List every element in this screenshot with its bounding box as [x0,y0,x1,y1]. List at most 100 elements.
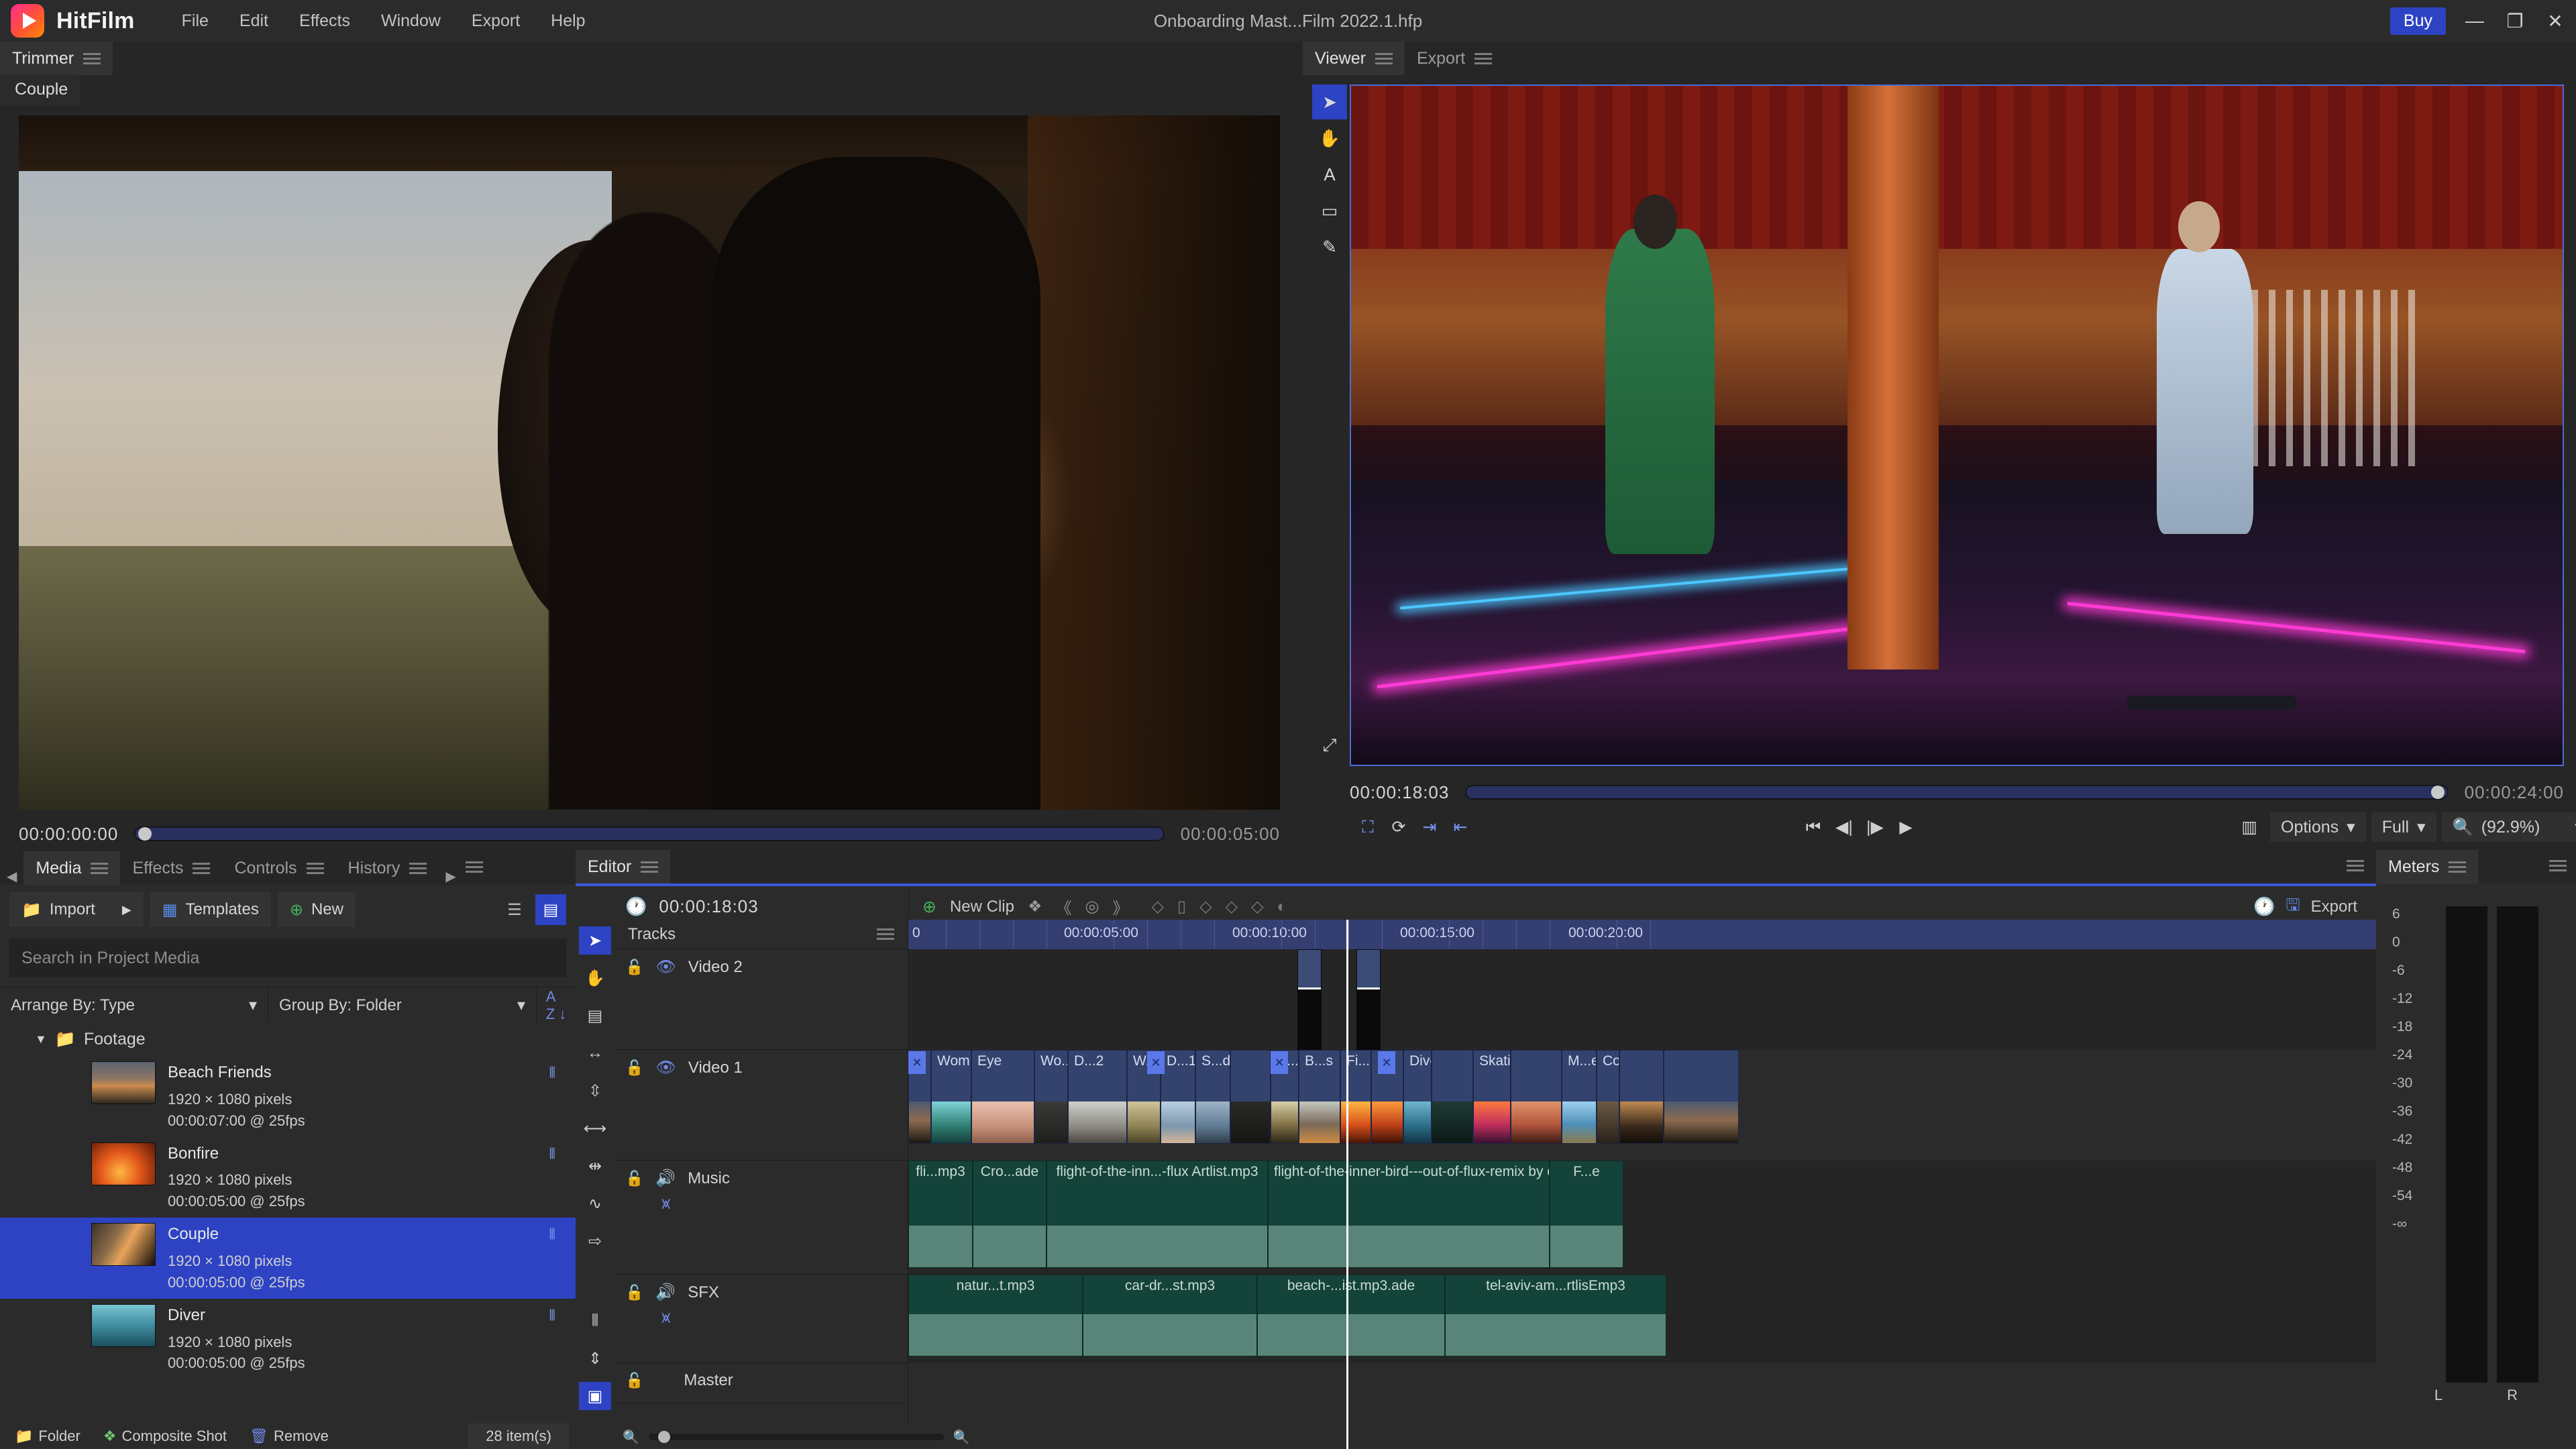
track-header-music[interactable]: 🔓 🔊 Music ⩙ [614,1161,908,1275]
panel-menu-icon[interactable] [1375,50,1393,67]
media-folder-row[interactable]: ▼ 📁 Footage [0,1023,576,1056]
tabs-scroll-left-icon[interactable]: ◀ [0,868,23,885]
step-forward-icon[interactable]: |▶ [1860,812,1890,842]
timeline-audio-clip[interactable]: fli...mp3 [908,1161,973,1268]
track-header-video2[interactable]: 🔓 👁 Video 2 [614,949,908,1050]
mixer-tool-icon[interactable]: ⦀ [579,1307,611,1335]
pen-tool-icon[interactable]: ✎ [1312,229,1347,264]
transition-icon[interactable]: ✕ [1378,1051,1395,1074]
timeline-zoom-slider[interactable] [649,1434,944,1440]
timeline-clip[interactable]: Dive [1403,1050,1432,1144]
tab-media[interactable]: Media [23,851,120,885]
timeline-clip[interactable]: Wo..._2 [1034,1050,1068,1144]
zoom-slider-knob[interactable] [658,1431,670,1443]
timeline-clip[interactable] [1230,1050,1271,1144]
chevron-down-icon[interactable]: ▼ [35,1032,47,1046]
select-tool-icon[interactable]: ➤ [1312,85,1347,119]
track-row-sfx[interactable]: natur...t.mp3car-dr...st.mp3beach-...ist… [908,1275,2376,1363]
marker-icon-1[interactable]: ◇ [1151,897,1163,916]
maximize-icon[interactable]: ❐ [2504,10,2526,32]
new-button[interactable]: ⊕ New [278,892,356,927]
timeline-audio-clip[interactable]: natur...t.mp3 [908,1275,1083,1356]
select-tool-icon[interactable]: ➤ [579,926,611,955]
panel-menu-icon[interactable] [2449,859,2466,875]
minimize-icon[interactable]: — [2463,10,2486,32]
timeline-audio-clip[interactable]: Cro...ade [973,1161,1046,1268]
panel-menu-icon[interactable] [641,859,658,875]
eye-icon[interactable]: 👁 [655,1058,676,1077]
tab-history[interactable]: History [336,851,439,885]
menu-export[interactable]: Export [472,11,520,31]
track-header-master[interactable]: 🔓 Master [614,1363,908,1403]
a-z-sort-icon[interactable]: AZ ↓ [537,987,576,1023]
menu-edit[interactable]: Edit [239,11,268,31]
ripple-tool-icon[interactable]: ⇹ [579,1152,611,1180]
skip-start-icon[interactable]: ⏮ [1798,812,1829,842]
track-header-sfx[interactable]: 🔓 🔊 SFX ⩙ [614,1275,908,1363]
group-by-select[interactable]: Group By: Folder ▾ [268,987,537,1023]
loop-icon[interactable]: ⟳ [1383,812,1414,842]
timeline-clip[interactable]: S...d [1195,1050,1230,1144]
media-item[interactable]: Beach Friends 1920 × 1080 pixels 00:00:0… [0,1056,576,1137]
panel-menu-icon[interactable] [307,860,324,877]
viewer-zoom-select[interactable]: 🔍 (92.9%) ▾ [2442,812,2576,842]
track-row-music[interactable]: fli...mp3Cro...adeflight-of-the-inn...-f… [908,1161,2376,1275]
prev-keyframe-icon[interactable]: 《 [1056,895,1072,918]
timeline-clip[interactable]: Skating [1473,1050,1511,1144]
detail-view-icon[interactable]: ▤ [535,894,566,925]
timeline-clip[interactable] [1297,949,1322,1050]
close-icon[interactable]: ✕ [2544,10,2567,32]
rectangle-tool-icon[interactable]: ▭ [1312,193,1347,228]
list-view-icon[interactable]: ☰ [499,894,530,925]
tab-export[interactable]: Export [1405,42,1504,75]
keyframe-graph-icon[interactable]: ⩙ [661,1195,671,1214]
safe-areas-icon[interactable]: ⛶ [1352,812,1383,842]
lock-icon[interactable]: 🔓 [625,1170,643,1187]
tab-controls[interactable]: Controls [222,851,335,885]
markers-tool-icon[interactable]: ▣ [579,1382,611,1410]
timeline-audio-clip[interactable]: F...e [1550,1161,1623,1268]
timeline[interactable]: 0 00:00:05:00 00:00:10:00 00:00:15:00 00… [908,920,2376,1449]
slip-tool-icon[interactable]: ⇳ [579,1077,611,1105]
viewer-scrub-knob[interactable] [2431,786,2445,799]
panel-menu-icon[interactable] [83,50,101,67]
timeline-clip[interactable]: Couple [1597,1050,1619,1144]
trim-tool-icon[interactable]: ↔ [579,1039,611,1067]
menu-effects[interactable]: Effects [299,11,350,31]
buy-button[interactable]: Buy [2390,7,2446,35]
lock-icon[interactable]: 🔓 [625,1372,643,1389]
timeline-audio-clip[interactable]: car-dr...st.mp3 [1083,1275,1257,1356]
marker-icon-2[interactable]: ▯ [1177,897,1186,916]
hand-tool-icon[interactable]: ✋ [1312,121,1347,156]
timeline-ruler[interactable]: 0 00:00:05:00 00:00:10:00 00:00:15:00 00… [908,920,2376,949]
next-keyframe-icon[interactable]: 》 [1112,895,1128,918]
media-item[interactable]: Diver 1920 × 1080 pixels 00:00:05:00 @ 2… [0,1299,576,1380]
marker-icon-4[interactable]: ◇ [1226,897,1238,916]
media-item[interactable]: Bonfire 1920 × 1080 pixels 00:00:05:00 @… [0,1137,576,1218]
viewer-quality-select[interactable]: Full ▾ [2371,812,2436,842]
viewer-current-time[interactable]: 00:00:18:03 [1350,782,1449,803]
set-in-icon[interactable]: ⇥ [1414,812,1445,842]
marker-icon-5[interactable]: ◇ [1251,897,1263,916]
timeline-clip[interactable]: B...s [1299,1050,1340,1144]
audio-levels-icon[interactable]: ⦀ [549,1064,555,1081]
track-row-video1[interactable]: Wom...ingEyeWo..._2D...2W...1D...1S...dR… [908,1050,2376,1161]
zoom-out-icon[interactable]: 🔍 [623,1429,639,1446]
timeline-playhead[interactable] [1346,920,1348,1449]
rate-stretch-tool-icon[interactable]: ⇨ [579,1227,611,1255]
timeline-clip[interactable] [1356,949,1381,1050]
play-icon[interactable]: ▶ [1890,812,1921,842]
track-header-video1[interactable]: 🔓 👁 Video 1 [614,1050,908,1161]
add-keyframe-icon[interactable]: ◎ [1085,897,1099,916]
timeline-clip[interactable]: Wom...ing [931,1050,971,1144]
marker-icon-6[interactable]: ◐ [1277,898,1287,916]
timeline-audio-clip[interactable]: tel-aviv-am...rtlisEmp3 [1445,1275,1666,1356]
tabs-scroll-right-icon[interactable]: ▶ [439,868,462,885]
timeline-clip[interactable] [1432,1050,1473,1144]
audio-levels-icon[interactable]: ⦀ [549,1226,555,1243]
trimmer-video-preview[interactable] [19,115,1280,810]
zoom-in-icon[interactable]: 🔍 [953,1429,970,1446]
audio-levels-icon[interactable]: ⦀ [549,1307,555,1324]
editor-export-label[interactable]: Export [2311,898,2357,916]
timeline-clip[interactable]: D...2 [1068,1050,1127,1144]
